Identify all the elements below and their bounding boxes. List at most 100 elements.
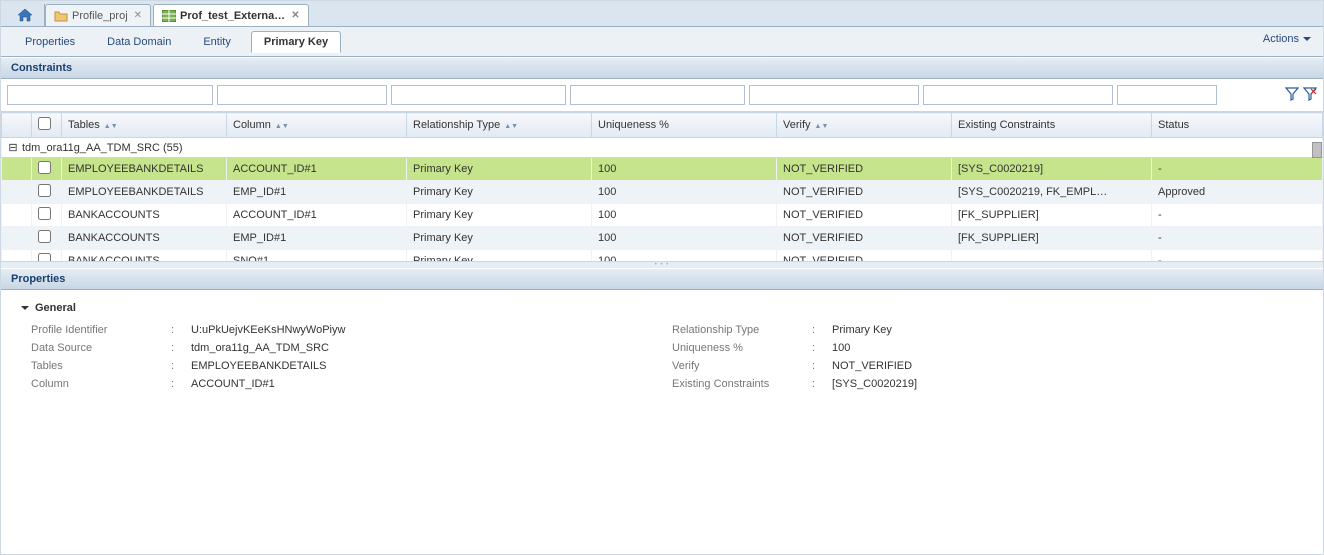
cell-column: SNO#1 <box>227 250 407 263</box>
cell-tables: BANKACCOUNTS <box>62 204 227 227</box>
constraints-table: Tables▲▼ Column▲▼ Relationship Type▲▼ Un… <box>1 112 1323 262</box>
cell-existing: [SYS_C0020219] <box>952 158 1152 181</box>
cell-column: EMP_ID#1 <box>227 227 407 250</box>
filter-uniqueness[interactable] <box>570 85 745 105</box>
select-all-checkbox[interactable] <box>38 117 51 130</box>
row-checkbox[interactable] <box>38 161 51 174</box>
general-toggle[interactable]: General <box>21 302 1303 314</box>
cell-relationship-type: Primary Key <box>407 204 592 227</box>
cell-column: ACCOUNT_ID#1 <box>227 204 407 227</box>
table-row[interactable]: BANKACCOUNTSSNO#1Primary Key100NOT_VERIF… <box>2 250 1323 263</box>
header-status[interactable]: Status <box>1152 113 1323 138</box>
verify-value: NOT_VERIFIED <box>832 360 912 372</box>
cell-uniqueness: 100 <box>592 204 777 227</box>
home-tab[interactable] <box>5 4 45 26</box>
header-checkbox[interactable] <box>32 113 62 138</box>
row-checkbox[interactable] <box>38 253 51 262</box>
cell-status: - <box>1152 250 1323 263</box>
tab-profile-proj[interactable]: Profile_proj ✕ <box>45 4 151 26</box>
grid-icon <box>162 10 176 22</box>
tab-close-icon[interactable]: ✕ <box>291 10 299 21</box>
header-column[interactable]: Column▲▼ <box>227 113 407 138</box>
row-checkbox[interactable] <box>38 230 51 243</box>
cell-tables: BANKACCOUNTS <box>62 227 227 250</box>
filter-tables[interactable] <box>7 85 213 105</box>
filter-clear-icon[interactable] <box>1303 87 1317 104</box>
uniqueness-label: Uniqueness % <box>672 342 812 354</box>
cell-status: - <box>1152 204 1323 227</box>
folder-icon <box>54 10 68 22</box>
cell-status: Approved <box>1152 181 1323 204</box>
row-checkbox[interactable] <box>38 207 51 220</box>
cell-relationship-type: Primary Key <box>407 227 592 250</box>
cell-existing <box>952 250 1152 263</box>
subtab-entity[interactable]: Entity <box>191 32 243 52</box>
cell-column: ACCOUNT_ID#1 <box>227 158 407 181</box>
subtab-primary-key[interactable]: Primary Key <box>251 31 341 53</box>
subtab-data-domain[interactable]: Data Domain <box>95 32 183 52</box>
actions-menu[interactable]: Actions <box>1263 33 1311 45</box>
cell-existing: [SYS_C0020219, FK_EMPL… <box>952 181 1152 204</box>
header-existing-constraints[interactable]: Existing Constraints <box>952 113 1152 138</box>
header-verify[interactable]: Verify▲▼ <box>777 113 952 138</box>
properties-section-header: Properties <box>1 268 1323 290</box>
cell-status: - <box>1152 227 1323 250</box>
filter-status[interactable] <box>1117 85 1217 105</box>
constraints-section-header: Constraints <box>1 57 1323 79</box>
tab-label: Prof_test_Externa… <box>180 10 285 22</box>
filter-verify[interactable] <box>749 85 919 105</box>
cell-uniqueness: 100 <box>592 227 777 250</box>
tab-close-icon[interactable]: ✕ <box>134 10 142 21</box>
filter-icon[interactable] <box>1285 87 1299 104</box>
home-icon <box>17 8 33 22</box>
header-uniqueness[interactable]: Uniqueness % <box>592 113 777 138</box>
tables-label: Tables <box>31 360 171 372</box>
header-relationship-type[interactable]: Relationship Type▲▼ <box>407 113 592 138</box>
tab-label: Profile_proj <box>72 10 128 22</box>
data-source-label: Data Source <box>31 342 171 354</box>
cell-tables: EMPLOYEEBANKDETAILS <box>62 181 227 204</box>
cell-verify: NOT_VERIFIED <box>777 181 952 204</box>
cell-existing: [FK_SUPPLIER] <box>952 227 1152 250</box>
filter-existing[interactable] <box>923 85 1113 105</box>
group-row[interactable]: ⊟ tdm_ora11g_AA_TDM_SRC (55) <box>2 138 1323 158</box>
scrollbar-thumb[interactable] <box>1312 142 1322 158</box>
profile-identifier-value: U:uPkUejvKEeKsHNwyWoPiyw <box>191 324 345 336</box>
cell-tables: EMPLOYEEBANKDETAILS <box>62 158 227 181</box>
cell-verify: NOT_VERIFIED <box>777 250 952 263</box>
cell-verify: NOT_VERIFIED <box>777 158 952 181</box>
cell-tables: BANKACCOUNTS <box>62 250 227 263</box>
filter-relationship-type[interactable] <box>391 85 566 105</box>
subtab-properties[interactable]: Properties <box>13 32 87 52</box>
collapse-icon[interactable]: ⊟ <box>8 141 18 154</box>
column-label: Column <box>31 378 171 390</box>
general-label: General <box>35 302 76 314</box>
row-checkbox[interactable] <box>38 184 51 197</box>
cell-relationship-type: Primary Key <box>407 250 592 263</box>
cell-uniqueness: 100 <box>592 158 777 181</box>
cell-verify: NOT_VERIFIED <box>777 204 952 227</box>
relationship-type-value: Primary Key <box>832 324 892 336</box>
existing-constraints-label: Existing Constraints <box>672 378 812 390</box>
profile-identifier-label: Profile Identifier <box>31 324 171 336</box>
filter-column[interactable] <box>217 85 387 105</box>
uniqueness-value: 100 <box>832 342 850 354</box>
cell-uniqueness: 100 <box>592 250 777 263</box>
table-row[interactable]: EMPLOYEEBANKDETAILSACCOUNT_ID#1Primary K… <box>2 158 1323 181</box>
tab-prof-test-externa[interactable]: Prof_test_Externa… ✕ <box>153 4 309 26</box>
cell-existing: [FK_SUPPLIER] <box>952 204 1152 227</box>
actions-label: Actions <box>1263 33 1299 45</box>
relationship-type-label: Relationship Type <box>672 324 812 336</box>
group-label: tdm_ora11g_AA_TDM_SRC (55) <box>22 142 183 154</box>
verify-label: Verify <box>672 360 812 372</box>
cell-uniqueness: 100 <box>592 181 777 204</box>
cell-relationship-type: Primary Key <box>407 181 592 204</box>
cell-column: EMP_ID#1 <box>227 181 407 204</box>
table-row[interactable]: BANKACCOUNTSEMP_ID#1Primary Key100NOT_VE… <box>2 227 1323 250</box>
cell-verify: NOT_VERIFIED <box>777 227 952 250</box>
data-source-value: tdm_ora11g_AA_TDM_SRC <box>191 342 329 354</box>
table-row[interactable]: BANKACCOUNTSACCOUNT_ID#1Primary Key100NO… <box>2 204 1323 227</box>
header-expand <box>2 113 32 138</box>
header-tables[interactable]: Tables▲▼ <box>62 113 227 138</box>
table-row[interactable]: EMPLOYEEBANKDETAILSEMP_ID#1Primary Key10… <box>2 181 1323 204</box>
